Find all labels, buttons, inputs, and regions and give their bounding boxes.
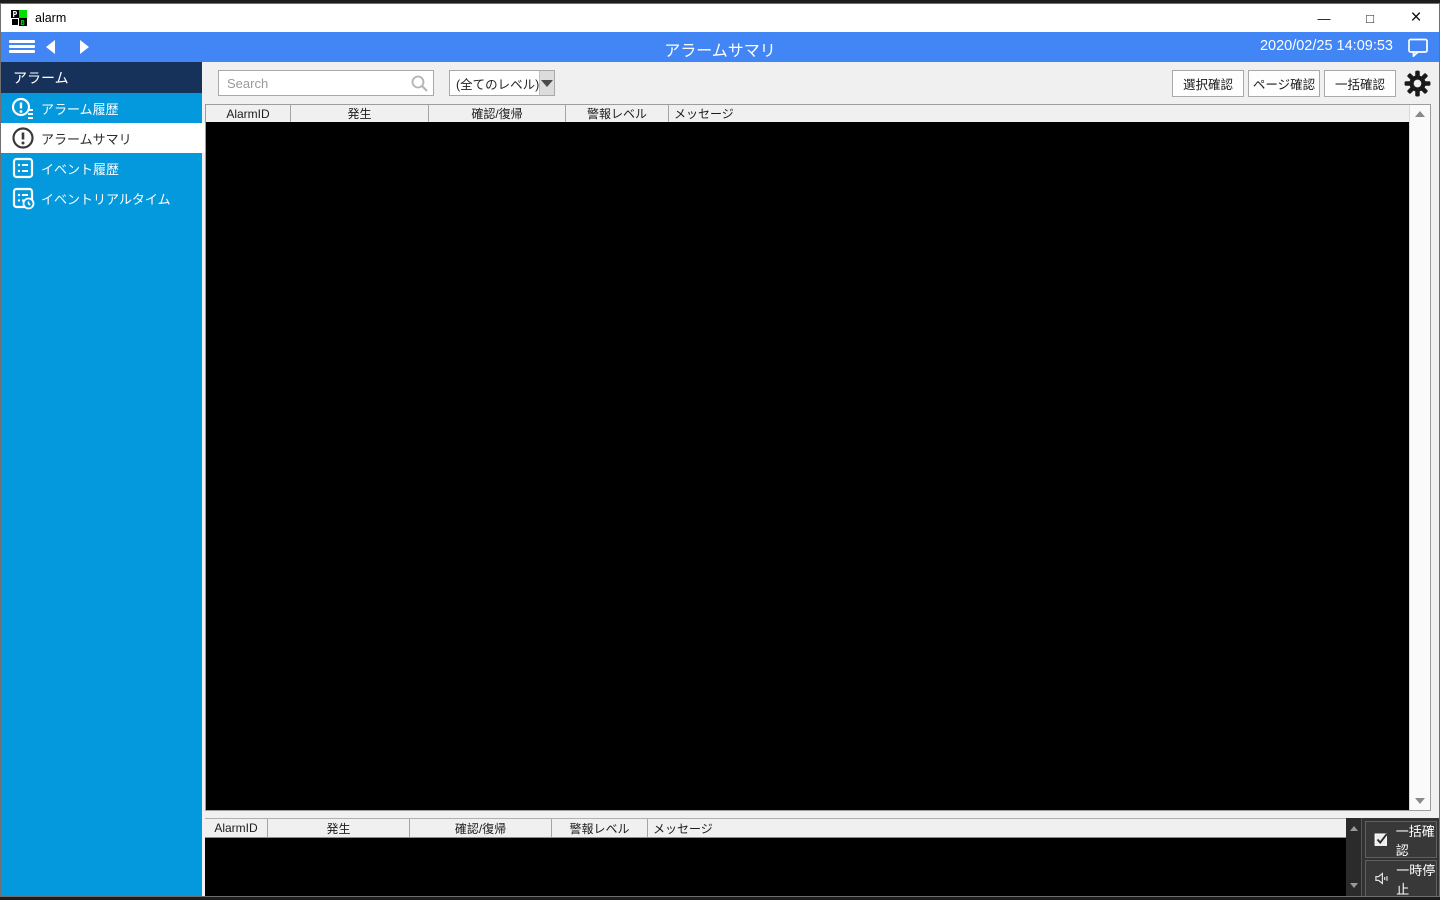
title-bar: P B alarm — □ × (1, 4, 1439, 32)
column-header-occurred[interactable]: 発生 (291, 105, 429, 122)
table-header-row: AlarmID 発生 確認/復帰 警報レベル メッセージ (205, 819, 1346, 838)
sidebar-item-label: イベント履歴 (41, 161, 120, 177)
gear-icon (1404, 70, 1430, 96)
window-title: alarm (35, 11, 67, 25)
svg-text:B: B (21, 19, 25, 26)
alarm-summary-table: AlarmID 発生 確認/復帰 警報レベル メッセージ (205, 104, 1431, 811)
level-filter-value: (全てのレベル) (456, 77, 540, 92)
app-window: P B alarm — □ × アラームサマリ 2020/02/25 14:09… (0, 3, 1440, 897)
column-header-message[interactable]: メッセージ (648, 819, 1346, 837)
confirm-page-button[interactable]: ページ確認 (1248, 69, 1320, 97)
sidebar-item-label: アラーム履歴 (41, 101, 119, 117)
page-title: アラームサマリ (664, 43, 776, 60)
scroll-down-icon[interactable] (1350, 883, 1358, 888)
sidebar-item-alarm-history[interactable]: アラーム履歴 (1, 93, 202, 123)
minimize-button[interactable]: — (1301, 4, 1347, 32)
toolbar-actions: 選択確認 ページ確認 一括確認 (1172, 69, 1439, 97)
column-header-alarmid[interactable]: AlarmID (206, 105, 291, 122)
sidebar-group-header: アラーム (1, 62, 202, 93)
sidebar-item-label: イベントリアルタイム (41, 191, 171, 207)
event-realtime-icon (12, 187, 35, 210)
confirm-all-bottom-button[interactable]: 一括確認 (1365, 821, 1437, 858)
triangle-down-icon (541, 79, 554, 87)
scroll-up-icon[interactable] (1415, 111, 1425, 117)
column-header-alarm-level[interactable]: 警報レベル (552, 819, 648, 837)
sidebar-item-event-history[interactable]: イベント履歴 (1, 153, 202, 183)
maximize-button[interactable]: □ (1347, 4, 1393, 32)
column-header-message[interactable]: メッセージ (669, 105, 1409, 122)
button-label: 一括確認 (1395, 823, 1435, 858)
sidebar-item-label: アラームサマリ (41, 131, 132, 147)
realtime-scrollbar[interactable] (1346, 818, 1362, 896)
column-header-ack-restore[interactable]: 確認/復帰 (429, 105, 566, 122)
window-controls: — □ × (1301, 4, 1439, 32)
speaker-icon (1375, 872, 1388, 885)
bottom-action-panel: 一括確認 一時停止 (1346, 818, 1439, 896)
pause-button[interactable]: 一時停止 (1365, 860, 1437, 897)
confirm-selected-button[interactable]: 選択確認 (1172, 69, 1244, 97)
sidebar-item-alarm-summary[interactable]: アラームサマリ (1, 123, 206, 153)
alarm-list-area[interactable] (206, 122, 1409, 810)
column-header-ack-restore[interactable]: 確認/復帰 (410, 819, 552, 837)
alarm-summary-icon (12, 127, 34, 149)
column-header-alarm-level[interactable]: 警報レベル (566, 105, 669, 122)
scroll-up-icon[interactable] (1350, 826, 1358, 831)
checked-checkbox-icon (1374, 833, 1388, 846)
svg-text:P: P (13, 10, 18, 19)
search-input[interactable] (218, 70, 434, 96)
dropdown-arrow-button[interactable] (539, 71, 554, 95)
search-box (218, 70, 434, 96)
column-header-occurred[interactable]: 発生 (268, 819, 410, 837)
sidebar-item-event-realtime[interactable]: イベントリアルタイム (1, 183, 202, 213)
chat-bubble-icon[interactable] (1407, 37, 1429, 57)
event-history-icon (12, 157, 34, 179)
scroll-down-icon[interactable] (1415, 798, 1425, 804)
alarm-history-icon (11, 97, 33, 119)
toolbar: (全てのレベル) 選択確認 ページ確認 一括確認 (206, 62, 1439, 104)
nav-bar: アラームサマリ 2020/02/25 14:09:53 (1, 32, 1439, 62)
magnifier-icon (411, 75, 428, 92)
close-button[interactable]: × (1393, 4, 1439, 32)
realtime-alarm-table: AlarmID 発生 確認/復帰 警報レベル メッセージ (205, 818, 1346, 896)
confirm-all-button[interactable]: 一括確認 (1324, 69, 1396, 97)
vertical-scrollbar[interactable] (1409, 105, 1430, 810)
datetime-display: 2020/02/25 14:09:53 (1259, 38, 1393, 54)
app-logo-icon: P B (11, 10, 27, 26)
level-filter-dropdown[interactable]: (全てのレベル) (449, 70, 555, 96)
button-label: 一時停止 (1396, 862, 1436, 897)
settings-button[interactable] (1403, 69, 1431, 97)
table-header-row: AlarmID 発生 確認/復帰 警報レベル メッセージ (206, 105, 1409, 122)
column-header-alarmid[interactable]: AlarmID (205, 819, 268, 837)
sidebar: アラーム アラーム履歴 アラームサマリ イベント履歴 イベントリアルタイム (1, 62, 206, 896)
